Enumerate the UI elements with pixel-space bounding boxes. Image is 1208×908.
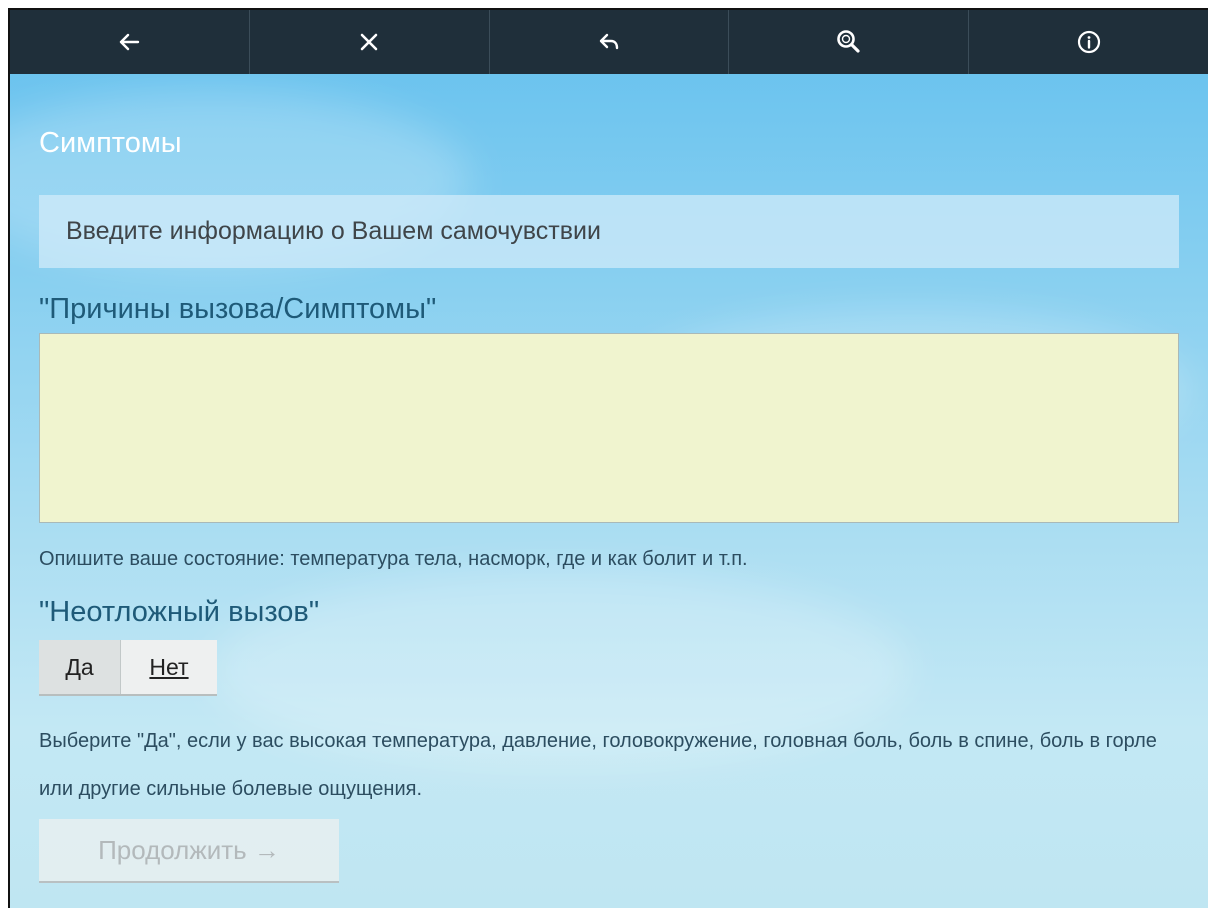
urgent-call-label: "Неотложный вызов"	[39, 596, 320, 628]
top-toolbar	[10, 10, 1208, 74]
urgent-toggle: Да Нет	[39, 640, 217, 696]
undo-button[interactable]	[490, 10, 730, 74]
search-icon	[836, 30, 860, 53]
urgent-hint: Выберите "Да", если у вас высокая темпер…	[39, 730, 1157, 800]
symptoms-label: "Причины вызова/Симптомы"	[39, 293, 437, 325]
close-button[interactable]	[250, 10, 490, 74]
urgent-no-button[interactable]: Нет	[121, 640, 217, 694]
continue-button-label: Продолжить →	[98, 834, 280, 865]
symptoms-hint: Опишите ваше состояние: температура тела…	[39, 548, 748, 570]
info-icon	[1077, 30, 1100, 54]
info-button[interactable]	[969, 10, 1208, 74]
continue-button[interactable]: Продолжить →	[39, 819, 339, 883]
back-button[interactable]	[10, 10, 250, 74]
info-banner-text: Введите информацию о Вашем самочувствии	[66, 217, 601, 245]
search-button[interactable]	[729, 10, 970, 74]
close-icon	[360, 33, 378, 51]
info-banner: Введите информацию о Вашем самочувствии	[39, 195, 1179, 268]
urgent-yes-button[interactable]: Да	[39, 640, 121, 694]
page-title: Симптомы	[39, 127, 182, 159]
arrow-left-icon	[120, 33, 140, 51]
symptoms-textarea[interactable]	[39, 333, 1179, 523]
app-frame: Симптомы Введите информацию о Вашем само…	[8, 8, 1208, 908]
undo-icon	[599, 33, 619, 50]
